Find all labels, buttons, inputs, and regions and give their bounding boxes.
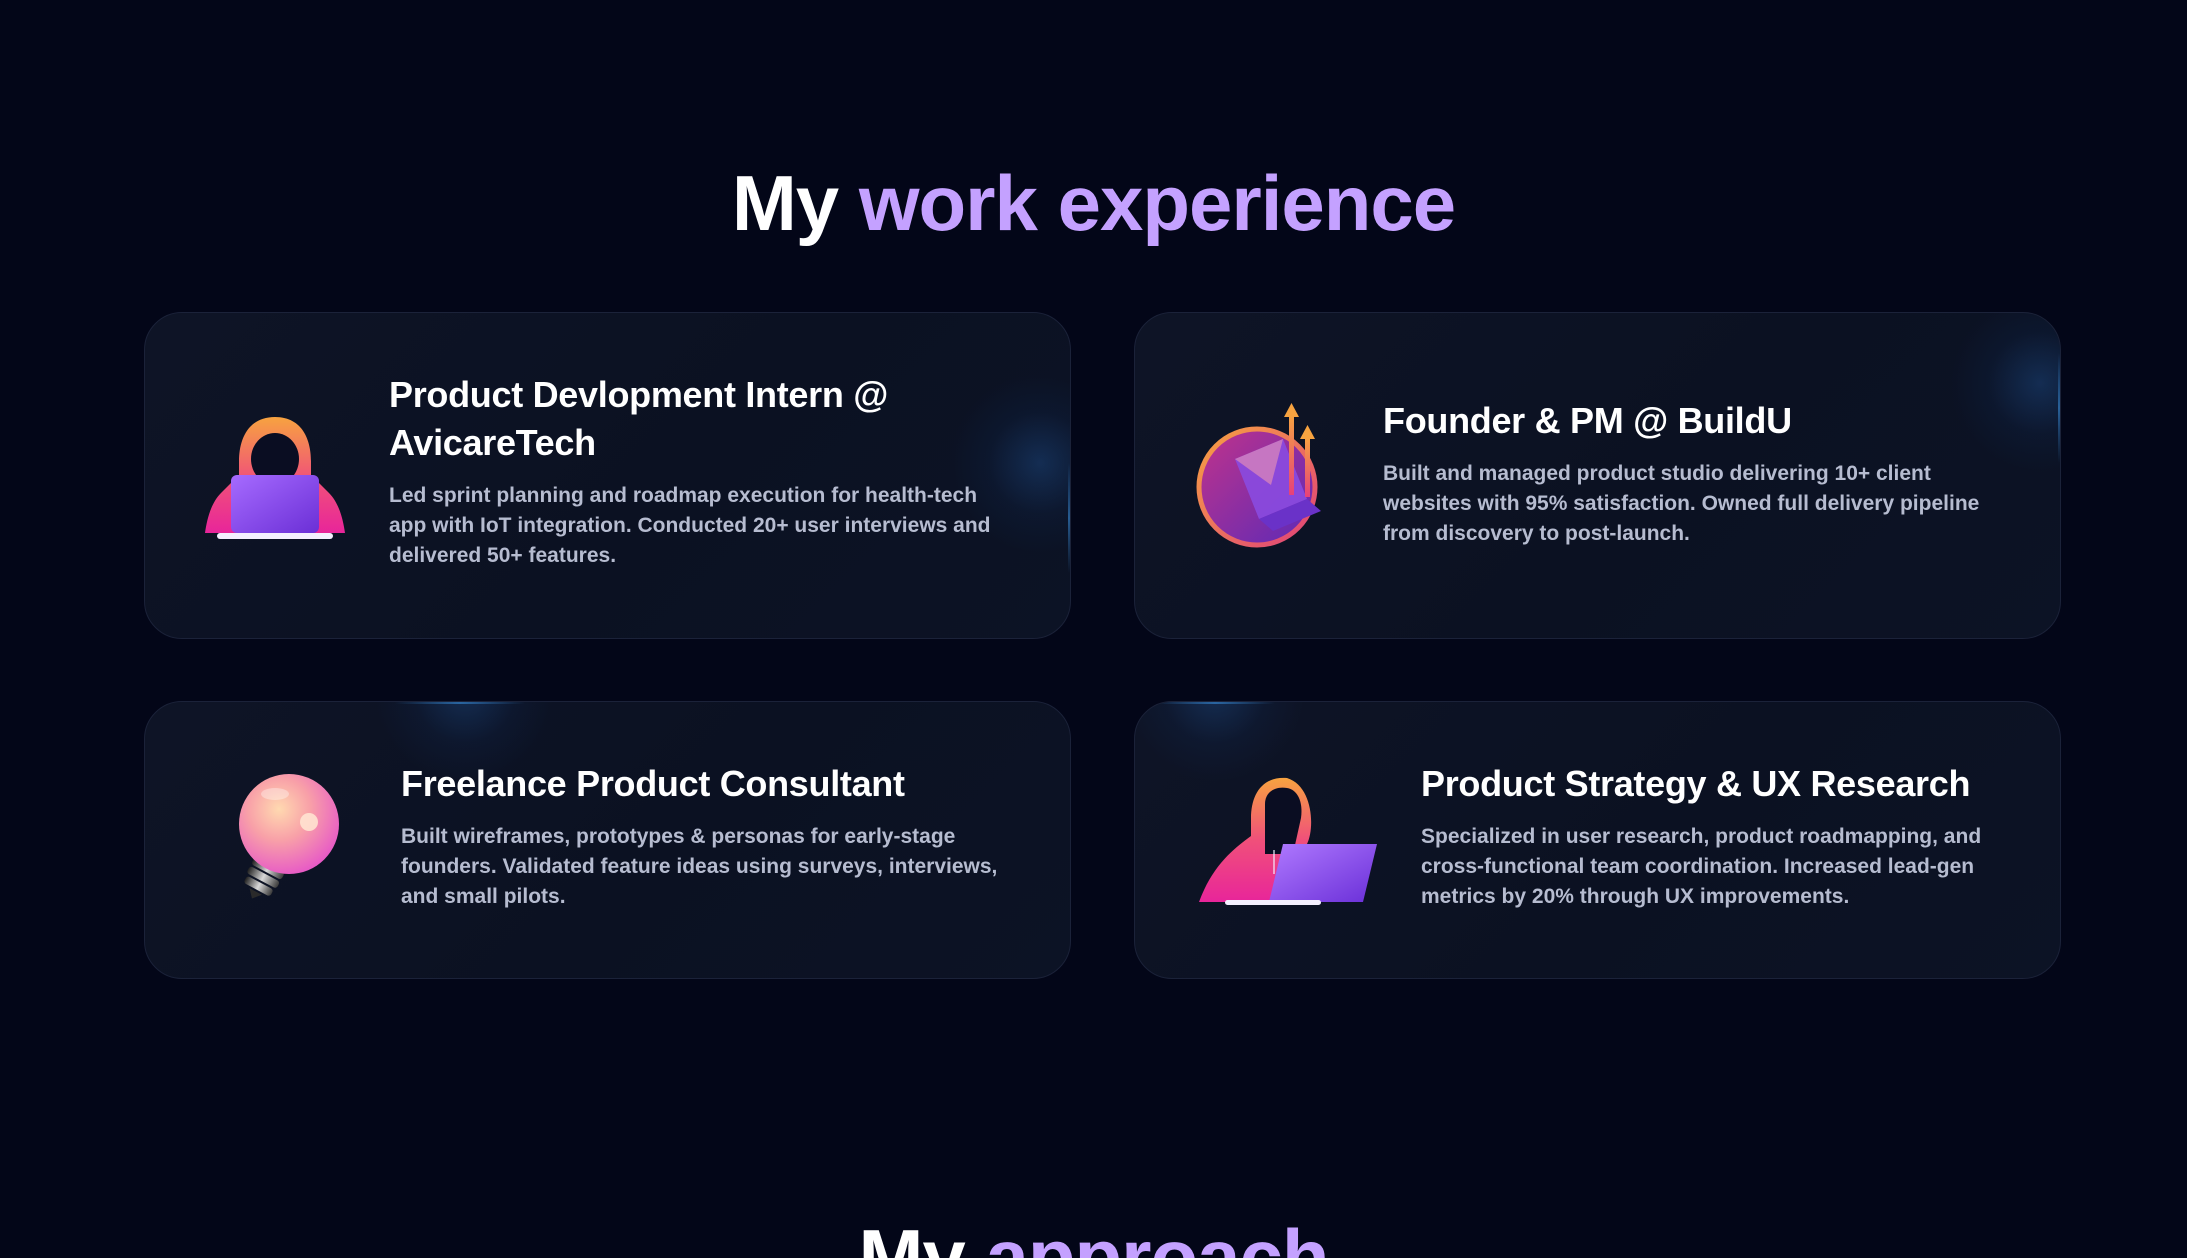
growth-chart-laptop-icon (1195, 399, 1335, 549)
hooded-person-laptop-icon (201, 409, 349, 549)
card-text: Product Strategy & UX Research Specializ… (1421, 760, 2021, 912)
approach-heading: My approach (0, 1218, 2187, 1258)
experience-card-avicaretech: Product Devlopment Intern @ AvicareTech … (144, 312, 1071, 639)
experience-card-freelance: Freelance Product Consultant Built wiref… (144, 701, 1071, 979)
card-edge-highlight (395, 702, 525, 704)
card-text: Freelance Product Consultant Built wiref… (401, 760, 1031, 912)
card-text: Founder & PM @ BuildU Built and managed … (1383, 397, 2013, 549)
person-working-laptop-icon (1195, 774, 1391, 914)
card-description: Specialized in user research, product ro… (1421, 825, 1982, 908)
card-edge-highlight (1068, 463, 1070, 573)
heading-prefix: My (858, 1213, 965, 1258)
card-description: Built and managed product studio deliver… (1383, 462, 1980, 545)
card-title: Product Strategy & UX Research (1421, 763, 1971, 804)
card-title: Founder & PM @ BuildU (1383, 400, 1792, 441)
card-edge-highlight (2058, 353, 2060, 463)
card-description: Built wireframes, prototypes & personas … (401, 825, 998, 908)
experience-card-buildu: Founder & PM @ BuildU Built and managed … (1134, 312, 2061, 639)
card-edge-highlight (1155, 702, 1275, 704)
card-text: Product Devlopment Intern @ AvicareTech … (389, 371, 1019, 571)
page: My work experience Product Devlopment In… (0, 0, 2187, 1258)
lightbulb-icon (217, 772, 347, 912)
heading-accent: approach (985, 1213, 1329, 1258)
card-glow (1135, 702, 1305, 782)
work-experience-heading: My work experience (0, 164, 2187, 242)
experience-card-ux-research: Product Strategy & UX Research Specializ… (1134, 701, 2061, 979)
card-description: Led sprint planning and roadmap executio… (389, 484, 991, 567)
heading-accent: work experience (858, 159, 1456, 247)
card-title: Product Devlopment Intern @ AvicareTech (389, 374, 889, 463)
heading-prefix: My (731, 159, 839, 247)
card-title: Freelance Product Consultant (401, 763, 905, 804)
